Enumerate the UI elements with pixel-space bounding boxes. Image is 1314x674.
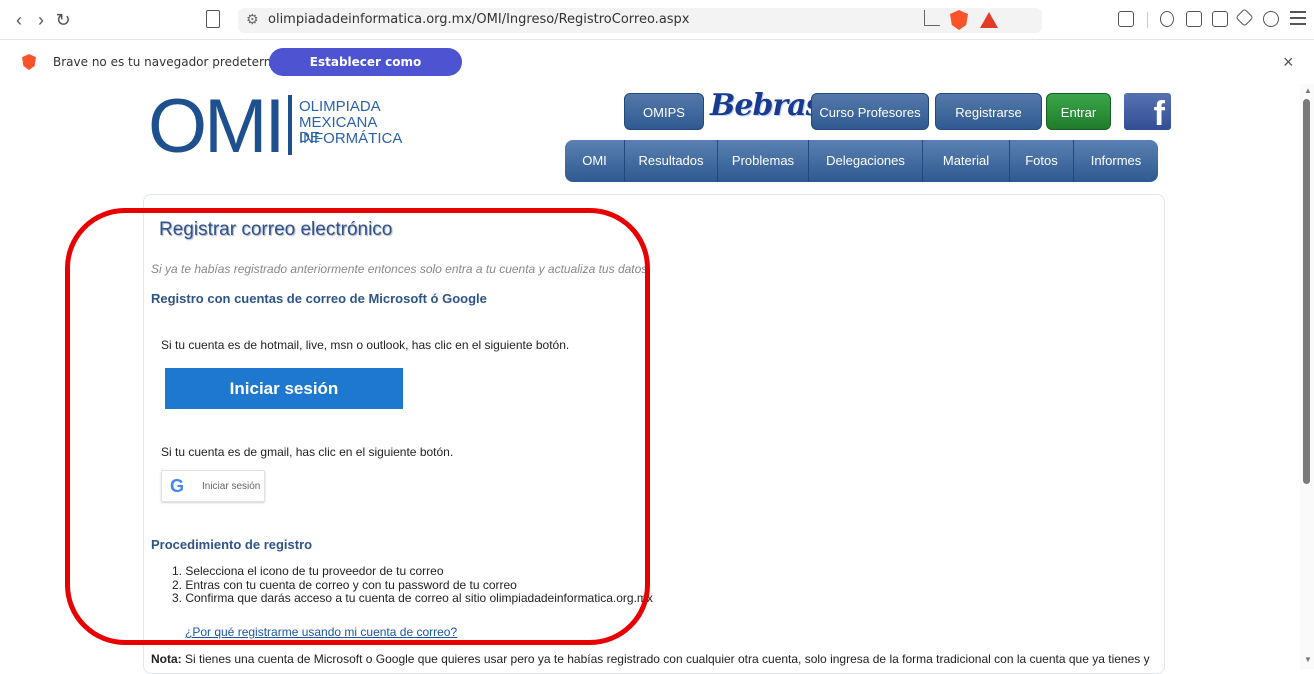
nav-informes[interactable]: Informes — [1074, 140, 1158, 182]
nav-material[interactable]: Material — [923, 140, 1010, 182]
url-text[interactable]: olimpiadadeinformatica.org.mx/OMI/Ingres… — [268, 12, 690, 27]
leo-ai-icon[interactable] — [1235, 8, 1254, 27]
nav-resultados[interactable]: Resultados — [625, 140, 718, 182]
toolbar-divider — [1147, 12, 1148, 28]
main-nav: OMI Resultados Problemas Delegaciones Ma… — [565, 140, 1158, 182]
brave-rewards-icon[interactable] — [980, 12, 998, 28]
default-browser-bar: Brave no es tu navegador predeterminado … — [0, 41, 1314, 97]
scroll-up-icon[interactable]: ▲ — [1304, 86, 1312, 95]
logo-line-3: INFORMÁTICA — [299, 130, 403, 147]
brave-logo-icon — [22, 54, 36, 70]
annotation-highlight — [65, 208, 650, 645]
nota-text: Si tienes una cuenta de Microsoft o Goog… — [181, 652, 1150, 666]
forward-icon[interactable]: › — [30, 9, 52, 31]
close-icon[interactable]: × — [1283, 52, 1294, 73]
sidebar-icon[interactable] — [1186, 11, 1202, 27]
set-default-button[interactable]: Establecer como predeterminado — [269, 48, 462, 97]
registrarse-button[interactable]: Registrarse — [935, 93, 1042, 130]
nav-delegaciones[interactable]: Delegaciones — [809, 140, 923, 182]
menu-icon[interactable] — [1290, 11, 1306, 25]
entrar-button[interactable]: Entrar — [1046, 93, 1111, 130]
facebook-icon[interactable]: f — [1124, 93, 1171, 133]
back-icon[interactable]: ‹ — [8, 9, 30, 31]
curso-profesores-button[interactable]: Curso Profesores — [811, 93, 929, 130]
vpn-icon[interactable] — [1263, 11, 1279, 27]
site-settings-icon[interactable]: ⚙ — [246, 11, 259, 28]
nota-label: Nota: — [151, 652, 182, 666]
browser-toolbar: ‹ › ↻ ⚙ olimpiadadeinformatica.org.mx/OM… — [0, 0, 1314, 40]
logo-letters: OMI — [148, 84, 286, 169]
address-bar[interactable]: ⚙ olimpiadadeinformatica.org.mx/OMI/Ingr… — [238, 8, 1042, 33]
share-icon[interactable] — [924, 10, 940, 26]
omips-button[interactable]: OMIPS — [624, 93, 704, 130]
nav-omi[interactable]: OMI — [565, 140, 625, 182]
nota-paragraph: Nota: Si tienes una cuenta de Microsoft … — [151, 652, 1150, 666]
scroll-down-icon[interactable]: ▼ — [1304, 655, 1312, 664]
bookmark-icon[interactable] — [206, 10, 220, 28]
reload-icon[interactable]: ↻ — [52, 9, 74, 31]
logo-divider — [288, 95, 292, 155]
logo-line-1: OLIMPIADA — [299, 98, 381, 115]
wallet-icon[interactable] — [1212, 11, 1228, 27]
bebras-logo[interactable]: Bebras — [710, 88, 823, 123]
reader-mode-icon[interactable] — [1118, 11, 1134, 27]
media-icon[interactable] — [1160, 11, 1174, 27]
nav-fotos[interactable]: Fotos — [1010, 140, 1074, 182]
nav-problemas[interactable]: Problemas — [718, 140, 809, 182]
scrollbar-thumb[interactable] — [1303, 99, 1310, 484]
